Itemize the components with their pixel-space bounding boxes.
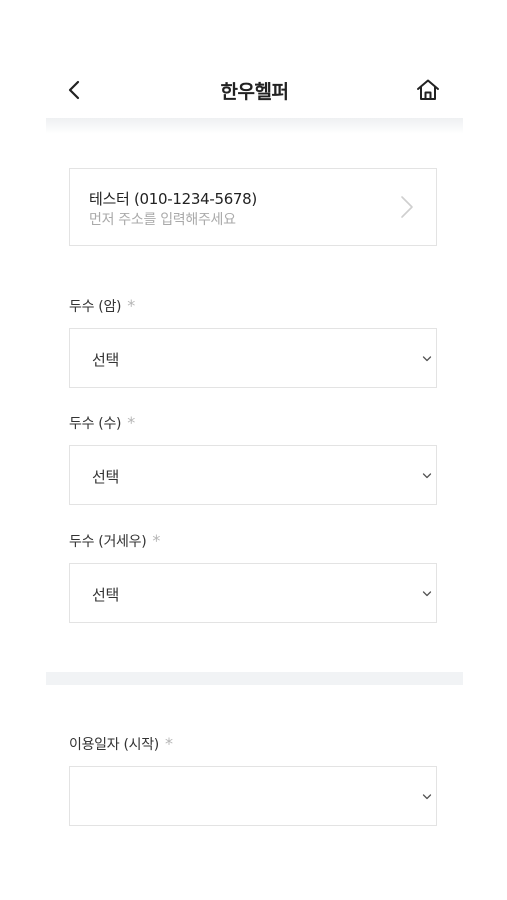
- chevron-down-icon: [422, 473, 432, 479]
- required-mark: *: [152, 531, 161, 550]
- field-label-male-count: 두수 (수) *: [69, 413, 135, 433]
- chevron-down-icon: [422, 591, 432, 597]
- field-label-steer-count: 두수 (거세우) *: [69, 531, 160, 551]
- home-button[interactable]: [415, 77, 441, 103]
- home-icon: [417, 79, 439, 100]
- field-label-text: 두수 (암): [69, 299, 122, 315]
- app-header: 한우헬퍼: [46, 60, 463, 120]
- field-label-text: 두수 (수): [69, 416, 122, 432]
- app-screen: 한우헬퍼 테스터 (010-1234-5678) 먼저 주소를 입력해주세요 두…: [46, 0, 463, 900]
- chevron-down-icon: [422, 794, 432, 800]
- select-value: 선택: [92, 351, 120, 369]
- chevron-down-icon: [422, 356, 432, 362]
- select-steer-count[interactable]: 선택: [69, 563, 437, 623]
- select-female-count[interactable]: 선택: [69, 328, 437, 388]
- chevron-right-icon: [401, 196, 413, 218]
- select-value: 선택: [92, 468, 120, 486]
- address-name: 테스터 (010-1234-5678): [89, 190, 257, 208]
- section-divider: [46, 672, 463, 685]
- page-title: 한우헬퍼: [220, 81, 289, 103]
- field-label-female-count: 두수 (암) *: [69, 296, 135, 316]
- select-start-date[interactable]: [69, 766, 437, 826]
- field-label-start-date: 이용일자 (시작) *: [69, 734, 173, 754]
- address-hint: 먼저 주소를 입력해주세요: [89, 212, 236, 228]
- header-shadow: [46, 118, 463, 134]
- select-male-count[interactable]: 선택: [69, 445, 437, 505]
- required-mark: *: [127, 296, 135, 315]
- required-mark: *: [127, 413, 135, 432]
- required-mark: *: [164, 734, 173, 753]
- address-card[interactable]: 테스터 (010-1234-5678) 먼저 주소를 입력해주세요: [69, 168, 437, 246]
- field-label-text: 이용일자 (시작): [69, 737, 159, 753]
- select-value: 선택: [92, 586, 120, 604]
- field-label-text: 두수 (거세우): [69, 534, 147, 550]
